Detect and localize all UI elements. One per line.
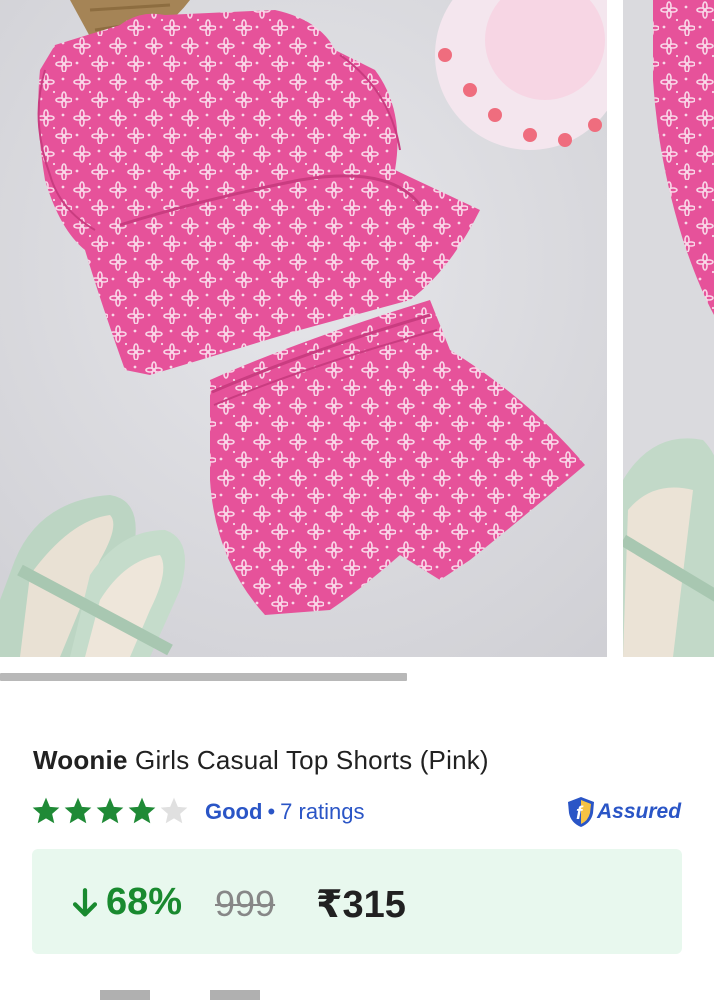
star-filled-icon xyxy=(128,797,156,824)
star-empty-icon xyxy=(160,797,188,824)
product-brand: Woonie xyxy=(33,745,128,775)
carousel-scrollbar-thumb[interactable] xyxy=(0,673,407,681)
product-image-main[interactable] xyxy=(0,0,607,657)
assured-badge: f Assured xyxy=(567,795,681,829)
product-name: Girls Casual Top Shorts (Pink) xyxy=(127,745,489,775)
star-filled-icon xyxy=(96,797,124,824)
assured-label: Assured xyxy=(597,800,682,823)
mrp-price: 999 xyxy=(215,883,276,924)
rating-label: Good xyxy=(205,799,263,824)
selling-price: ₹315 xyxy=(316,884,406,926)
offer-row-cut xyxy=(100,990,400,1000)
rating-separator: • xyxy=(267,799,276,824)
carousel-scrollbar[interactable] xyxy=(0,673,714,681)
rating-count: 7 ratings xyxy=(280,799,365,824)
product-image-carousel[interactable] xyxy=(0,0,714,660)
discount-percent: 68% xyxy=(106,881,183,923)
next-photo-illustration xyxy=(623,0,714,657)
rating-summary[interactable]: Good • 7 ratings xyxy=(205,799,365,825)
product-title: Woonie Girls Casual Top Shorts (Pink) xyxy=(33,745,489,776)
star-filled-icon xyxy=(32,797,60,824)
product-photo-illustration xyxy=(0,0,607,657)
rating-row: Good • 7 ratings f Assured xyxy=(30,795,690,829)
discount: 68% xyxy=(68,881,182,924)
price-section: 68% 999 ₹315 xyxy=(32,849,682,954)
arrow-down-icon xyxy=(72,887,98,916)
star-filled-icon xyxy=(64,797,92,824)
product-image-next[interactable] xyxy=(623,0,714,657)
assured-shield-icon: f xyxy=(568,797,594,827)
star-rating xyxy=(30,795,190,827)
